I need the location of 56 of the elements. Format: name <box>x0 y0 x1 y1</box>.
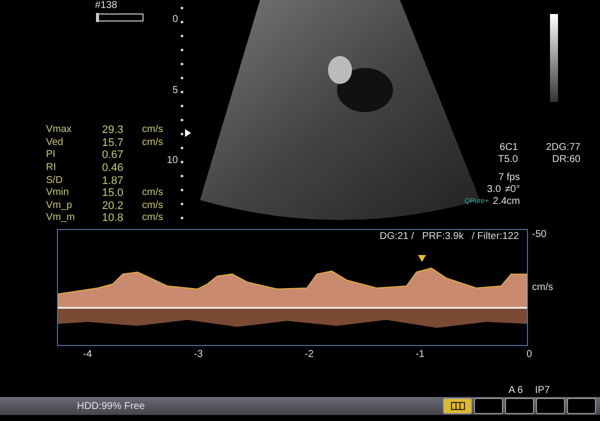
measurement-value: 0.46 <box>102 162 124 175</box>
measurement-unit: cm/s <box>142 200 164 212</box>
scale-value: 3.0 <box>487 184 501 196</box>
time-label: 0 <box>526 349 532 360</box>
measurement-unit: cm/s <box>142 136 164 150</box>
probe-info: 6C1 <box>500 142 518 154</box>
cine-icon <box>450 402 464 410</box>
gain-info: DR:60 <box>552 154 580 166</box>
measurement-unit: cm/s <box>142 212 164 225</box>
status-slot-button[interactable] <box>567 398 596 414</box>
doppler-setting: / Filter:122 <box>472 230 519 244</box>
measurement-name: Vm_p <box>46 200 74 212</box>
measurement-name: Vm_m <box>46 212 76 225</box>
focus-marker-icon <box>185 129 191 137</box>
measurement-unit: cm/s <box>142 187 164 200</box>
time-label: -3 <box>194 349 203 360</box>
depth-label: 5 <box>172 85 178 96</box>
measurement-name: Vmax <box>46 124 73 137</box>
slot-label: IP7 <box>534 385 550 397</box>
measurement-value: 15.7 <box>102 136 124 150</box>
cine-bar-icon <box>95 13 145 22</box>
slot-label: A 6 <box>508 385 523 397</box>
measurement-name: PI <box>46 149 56 162</box>
measurement-value: 20.2 <box>102 200 124 212</box>
depth-label: 10 <box>166 155 178 166</box>
measurement-value: 1.87 <box>102 174 124 188</box>
time-label: -4 <box>83 349 92 360</box>
gate-size: 2.4cm <box>492 196 520 208</box>
velocity-unit: cm/s <box>532 282 554 293</box>
status-slot-button[interactable] <box>536 398 565 414</box>
depth-label: 0 <box>172 14 178 25</box>
time-label: -2 <box>304 349 314 360</box>
doppler-setting: PRF:3.9k <box>422 230 464 244</box>
peak-marker-icon <box>418 255 426 262</box>
measurement-value: 29.3 <box>102 124 124 137</box>
grayscale-bar-icon <box>550 14 558 102</box>
frame-number: #138 <box>95 0 118 11</box>
angle-value: ≠0° <box>504 184 520 196</box>
velocity-label: -50 <box>532 229 548 240</box>
measurement-value: 15.0 <box>102 187 124 200</box>
measurement-name: RI <box>46 162 57 175</box>
measurement-value: 10.8 <box>102 212 124 225</box>
measurement-name: Vmin <box>46 187 70 200</box>
status-slot-button[interactable] <box>474 398 503 414</box>
gain-info: 2DG:77 <box>546 142 580 154</box>
status-slot-button[interactable] <box>443 398 472 414</box>
time-label: -1 <box>416 349 424 360</box>
measurement-value: 0.67 <box>102 149 124 162</box>
disk-status: HDD:99% Free <box>77 400 145 412</box>
measurement-name: Ved <box>46 136 64 150</box>
status-slot-button[interactable] <box>505 398 534 414</box>
doppler-setting: DG:21 / <box>380 230 414 244</box>
probe-info: T5.0 <box>498 154 518 166</box>
frame-rate: 7 fps <box>498 172 520 184</box>
measurement-name: S/D <box>46 174 64 188</box>
measurement-unit: cm/s <box>142 124 164 137</box>
